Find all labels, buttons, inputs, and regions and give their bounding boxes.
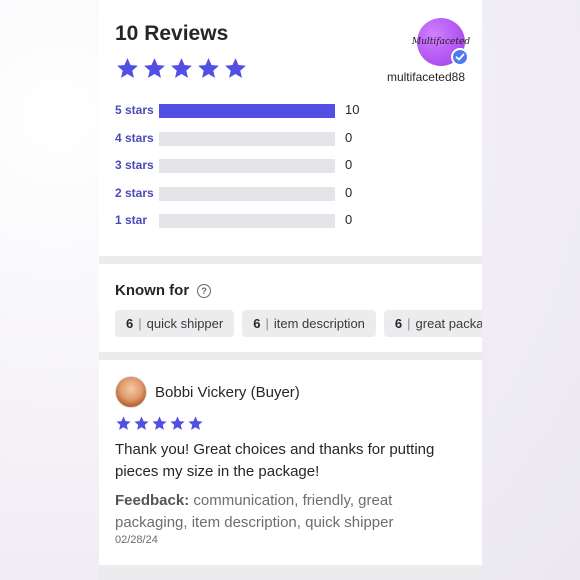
summary-star-rating (115, 56, 248, 81)
tag-count: 6 (394, 316, 403, 331)
rating-count: 10 (345, 102, 360, 117)
known-for-tag: 6 | great packaging (383, 310, 482, 337)
tag-count: 6 (253, 316, 261, 331)
rating-label: 2 stars (115, 185, 154, 200)
known-for-card: Known for ? 6 | quick shipper 6 | item descr… (99, 264, 482, 352)
tag-label: great packaging (415, 316, 482, 331)
rating-bar-fill (159, 104, 335, 118)
feedback-label: Feedback: (115, 492, 190, 509)
review-feedback: Feedback: communication, friendly, great… (115, 490, 465, 534)
rating-bar (159, 214, 335, 228)
reviews-panel: 10 Reviews Multifaceted multifaceted88 5… (99, 0, 482, 580)
star-icon (170, 416, 185, 430)
rating-row: 4 stars 0 (115, 129, 455, 159)
review-card: Bobbi Vickery (Buyer) Thank you! Great c… (99, 360, 482, 565)
rating-breakdown: 5 stars 10 4 stars 0 3 stars 0 2 stars 0… (115, 102, 455, 241)
star-icon (152, 416, 167, 430)
rating-label: 5 stars (115, 103, 154, 117)
known-for-tag: 6 | quick shipper (115, 310, 235, 337)
review-date: 02/28/24 (115, 534, 158, 546)
rating-count: 0 (345, 212, 353, 227)
review-text: Thank you! Great choices and thanks for … (115, 441, 435, 480)
rating-count: 0 (345, 184, 353, 200)
rating-row: 5 stars 10 (115, 102, 455, 131)
star-icon (144, 58, 165, 78)
star-icon (198, 58, 219, 78)
rating-count: 0 (345, 129, 353, 145)
tag-label: quick shipper (146, 316, 224, 331)
rating-bar (159, 186, 335, 201)
rating-row: 2 stars 0 (115, 184, 455, 214)
tag-separator: | (265, 316, 269, 331)
review-star-rating (115, 415, 204, 432)
tag-separator: | (407, 316, 411, 331)
tag-label: item description (273, 316, 365, 331)
seller-username[interactable]: multifaceted88 (387, 70, 465, 84)
reviewer-name[interactable]: Bobbi Vickery (Buyer) (155, 384, 300, 401)
star-icon (117, 58, 138, 78)
known-for-heading: Known for ? (115, 282, 212, 299)
verified-badge-icon (451, 48, 469, 66)
tag-count: 6 (126, 316, 134, 331)
reviewer: Bobbi Vickery (Buyer) (115, 376, 300, 408)
rating-bar (159, 131, 335, 146)
rating-bar (159, 159, 335, 173)
star-icon (188, 416, 203, 430)
star-icon (134, 416, 149, 430)
rating-label: 1 star (115, 213, 148, 227)
reviews-title: 10 Reviews (115, 22, 229, 45)
help-icon[interactable]: ? (197, 283, 212, 298)
known-for-tags: 6 | quick shipper 6 | item description 6 | gre… (115, 310, 482, 337)
rating-label: 4 stars (115, 130, 154, 145)
rating-bar (159, 104, 335, 118)
known-for-tag: 6 | item description (242, 310, 376, 337)
star-icon (225, 58, 246, 78)
rating-count: 0 (345, 157, 353, 172)
star-icon (171, 58, 192, 78)
review-summary-card: 10 Reviews Multifaceted multifaceted88 5… (99, 0, 482, 256)
tag-separator: | (138, 316, 142, 331)
rating-row: 1 star 0 (115, 212, 455, 241)
known-for-title: Known for (115, 282, 190, 299)
rating-label: 3 stars (115, 158, 154, 172)
star-icon (116, 416, 131, 430)
rating-row: 3 stars 0 (115, 157, 455, 186)
seller-avatar[interactable]: Multifaceted (412, 18, 470, 68)
reviewer-avatar[interactable] (115, 376, 147, 408)
